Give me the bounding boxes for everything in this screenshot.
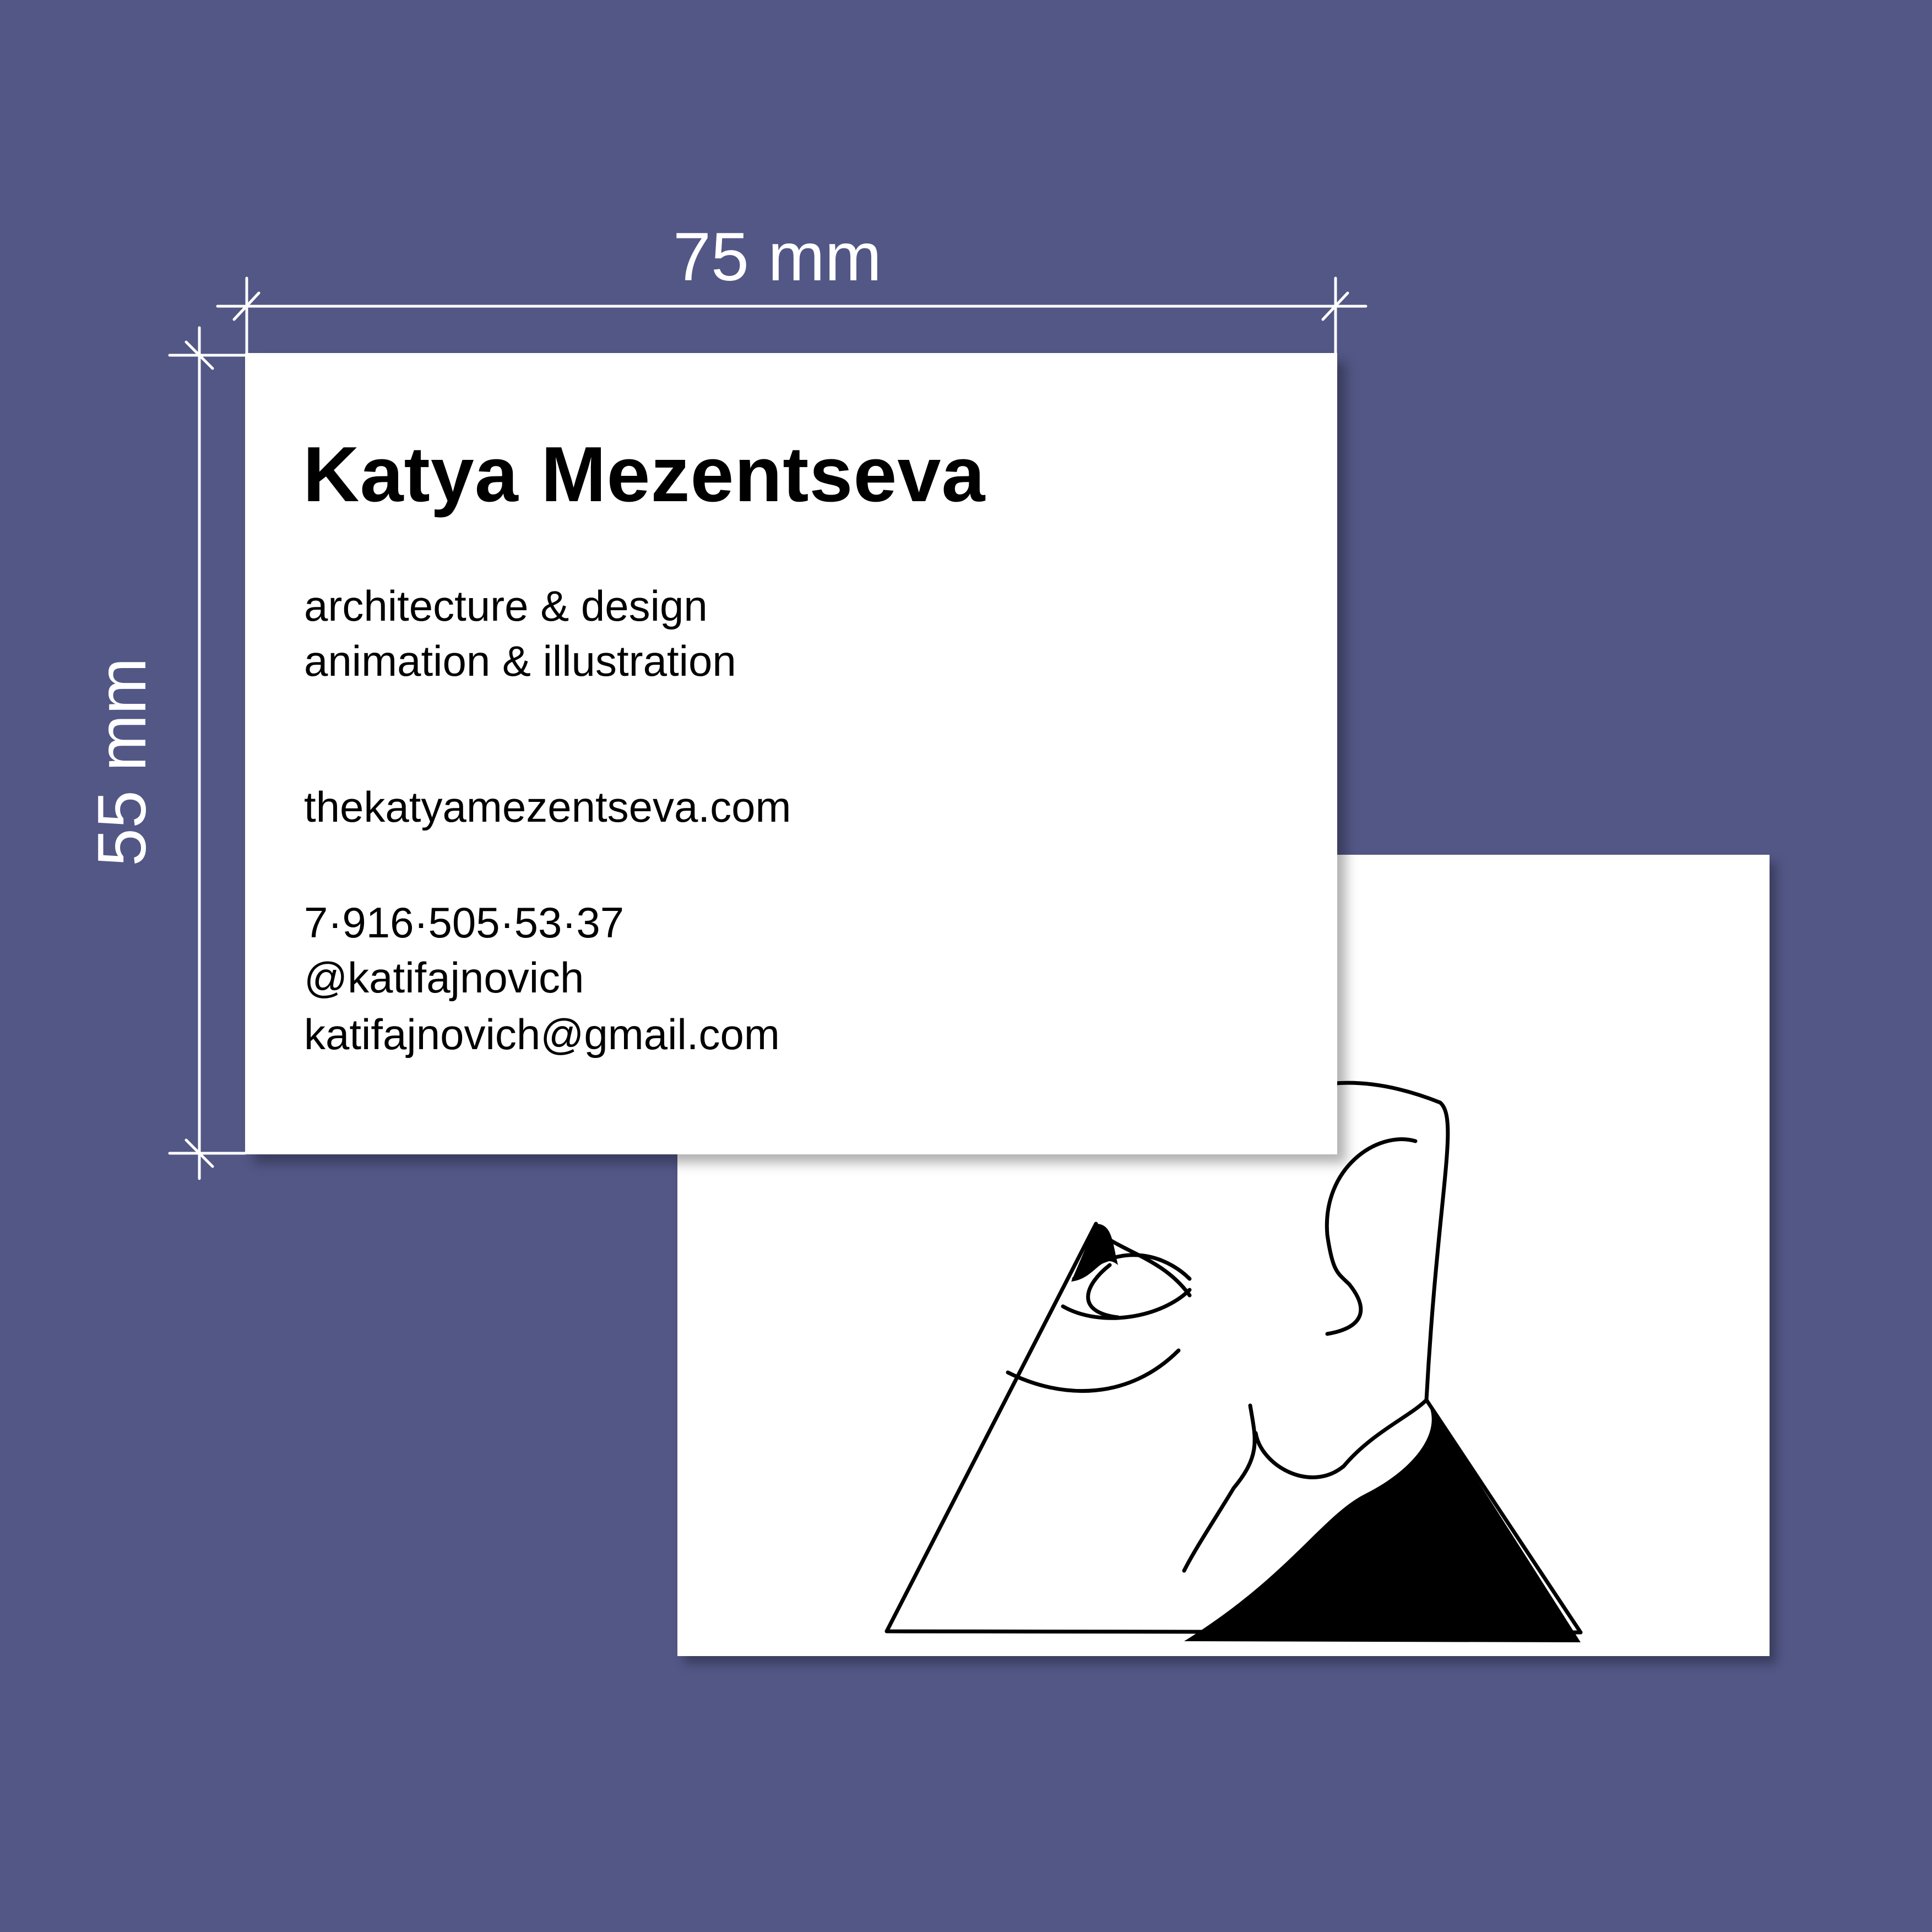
card-name: Katya Mezentseva — [303, 431, 986, 518]
pyramid-shadow — [1184, 1400, 1581, 1642]
height-tick-bottom — [184, 1138, 214, 1168]
width-label: 75 mm — [673, 219, 882, 295]
phone-text: 7·916·505·53·37 — [304, 898, 625, 947]
eye-ring — [1086, 1263, 1120, 1320]
eye-iris — [1071, 1224, 1118, 1282]
height-label: 55 mm — [84, 658, 160, 866]
social-handle: @katifajnovich — [304, 953, 584, 1002]
business-card-front: Katya Mezentseva architecture & design a… — [245, 353, 1337, 1154]
email-text: katifajnovich@gmail.com — [304, 1010, 780, 1059]
cheek-line — [1182, 1403, 1257, 1573]
website-text: thekatyamezentseva.com — [304, 783, 791, 831]
height-tick-top — [184, 340, 214, 370]
service-animation: animation & illustration — [304, 637, 736, 685]
eye-bag — [1006, 1348, 1181, 1393]
service-architecture: architecture & design — [304, 582, 708, 630]
width-tick-right — [1321, 291, 1349, 321]
eye-brow — [1094, 1227, 1192, 1298]
ear-inner — [1325, 1137, 1418, 1336]
eye-lower-lid — [1061, 1288, 1192, 1320]
mockup-stage: Katya Mezentseva architecture & design a… — [0, 0, 1932, 1932]
width-tick-left — [232, 291, 261, 321]
